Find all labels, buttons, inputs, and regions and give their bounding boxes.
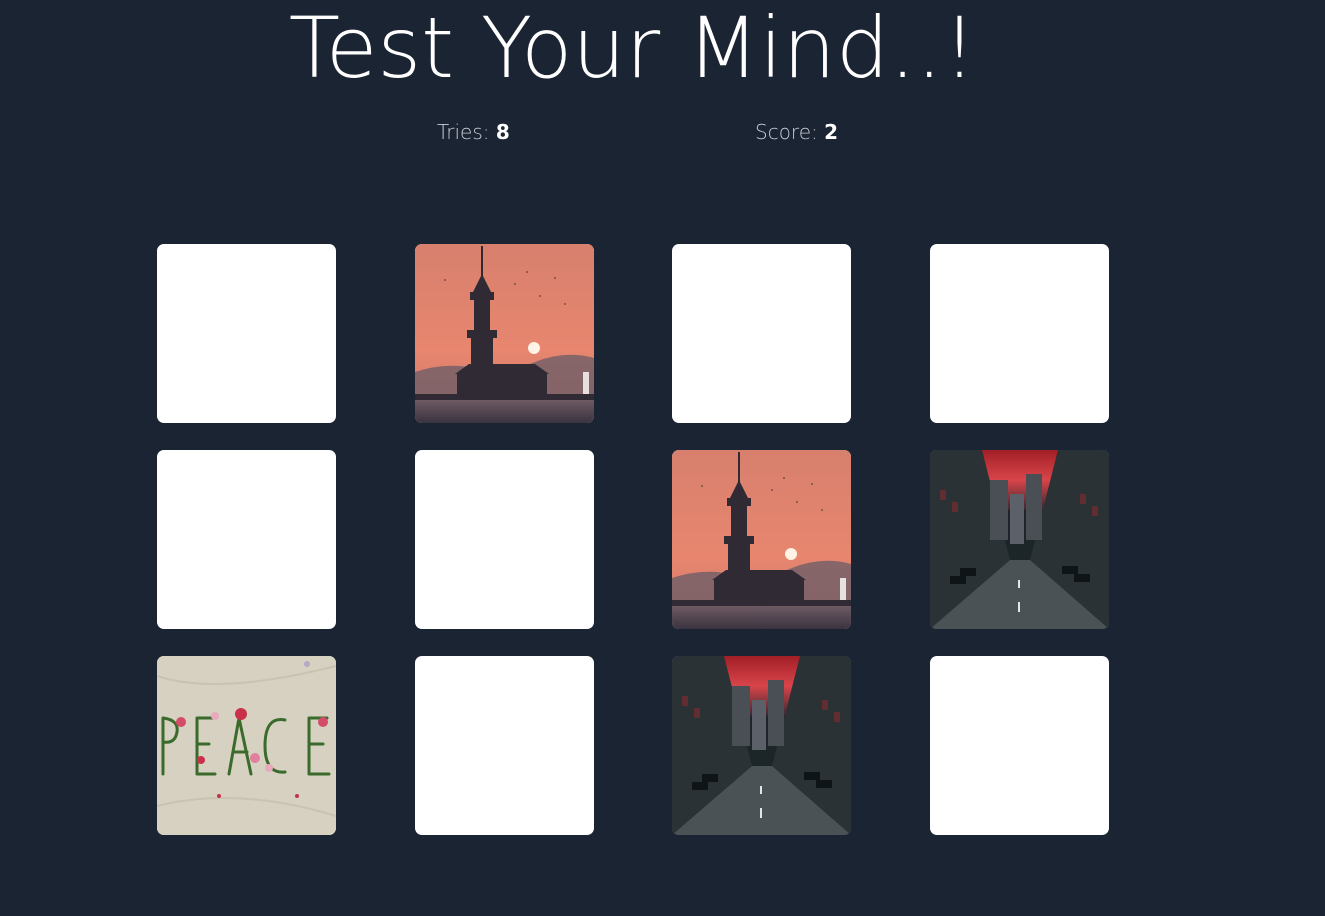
memory-card-hidden[interactable] xyxy=(672,244,851,423)
score-value: 2 xyxy=(824,120,839,144)
score-label: Score: xyxy=(755,120,818,144)
memory-card-hidden[interactable] xyxy=(157,450,336,629)
memory-card-hidden[interactable] xyxy=(415,450,594,629)
memory-card-hidden[interactable] xyxy=(415,656,594,835)
tries-label: Tries: xyxy=(437,120,490,144)
page-title: Test Your Mind..! xyxy=(288,0,977,97)
memory-card-peace-flowers-sand xyxy=(157,656,336,835)
memory-card-lighthouse-sunset xyxy=(672,450,851,629)
memory-card-hidden[interactable] xyxy=(157,244,336,423)
memory-card-lighthouse-sunset xyxy=(415,244,594,423)
score-counter: Score: 2 xyxy=(755,119,838,145)
memory-card-hidden[interactable] xyxy=(930,244,1109,423)
memory-card-city-street xyxy=(930,450,1109,629)
memory-card-hidden[interactable] xyxy=(930,656,1109,835)
tries-counter: Tries: 8 xyxy=(437,119,510,145)
memory-card-city-street xyxy=(672,656,851,835)
card-grid xyxy=(157,244,1109,835)
tries-value: 8 xyxy=(495,120,510,144)
